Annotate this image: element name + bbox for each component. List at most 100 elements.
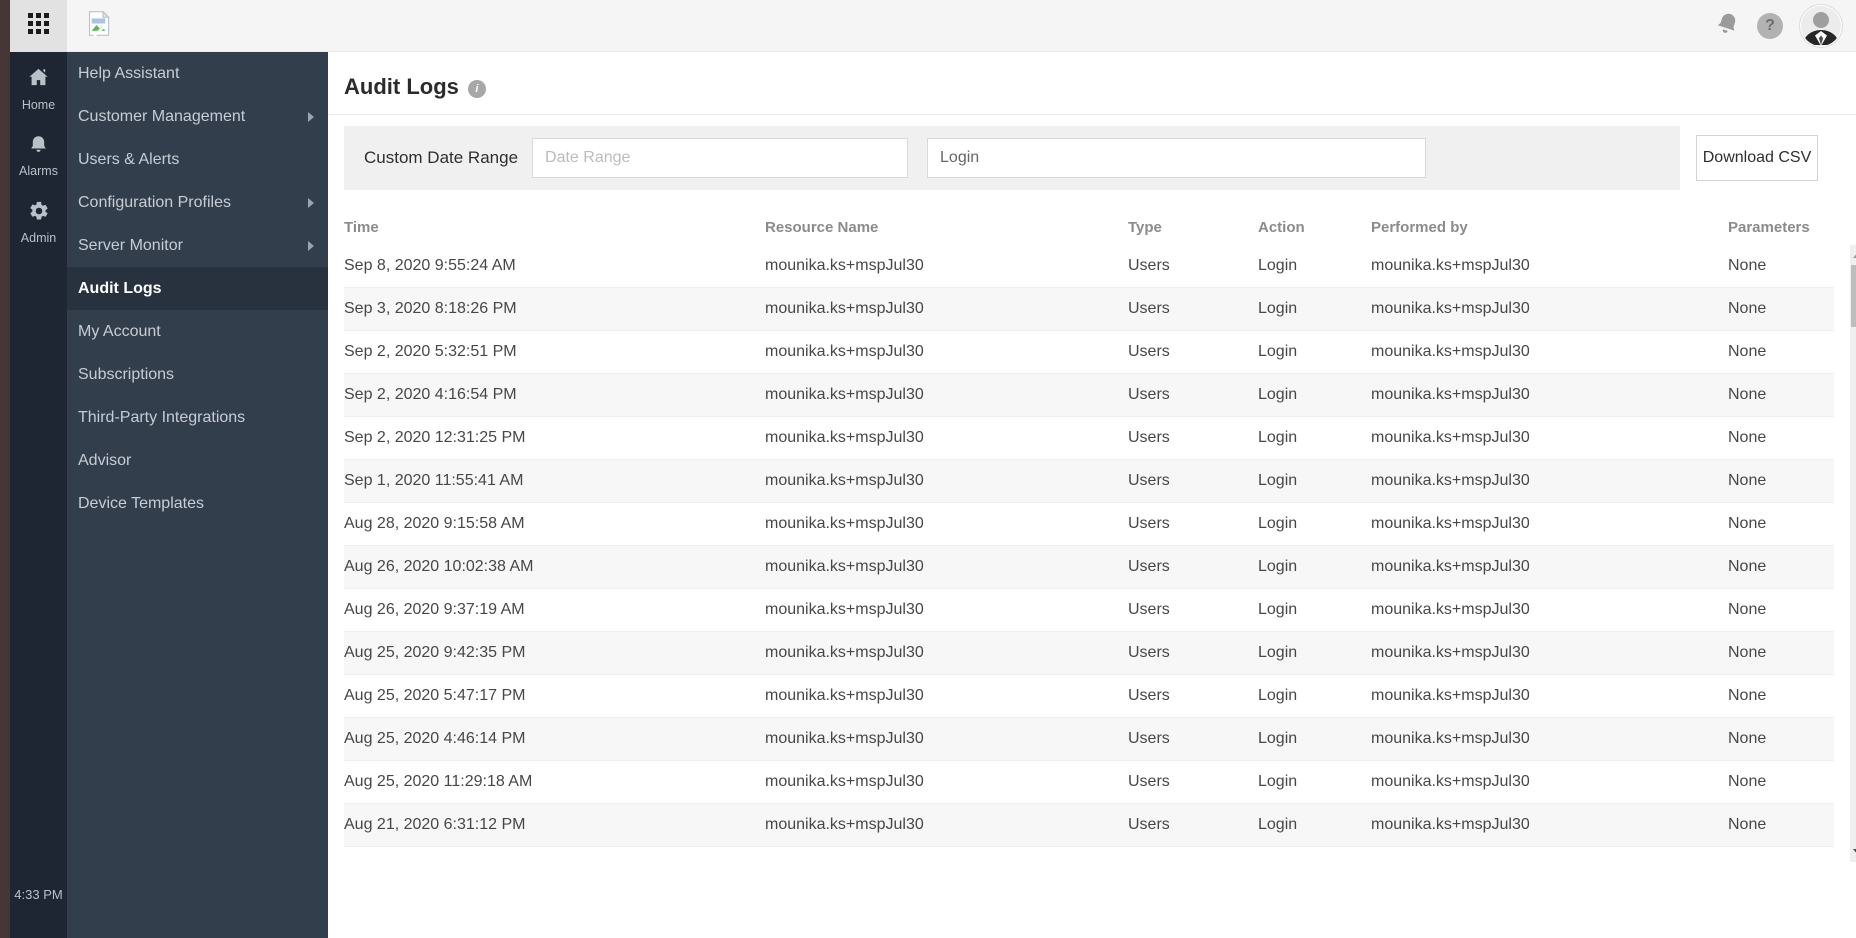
table-row[interactable]: Sep 2, 2020 4:16:54 PM mounika.ks+mspJul… <box>344 374 1834 417</box>
cell-resource-name: mounika.ks+mspJul30 <box>765 773 924 790</box>
cell-performed-by: mounika.ks+mspJul30 <box>1371 386 1530 403</box>
download-csv-button[interactable]: Download CSV <box>1696 135 1818 181</box>
cell-action: Login <box>1258 773 1298 790</box>
cell-action: Login <box>1258 601 1298 618</box>
cell-parameters: None <box>1728 816 1767 833</box>
cell-action: Login <box>1258 386 1298 403</box>
notifications-bell-icon[interactable] <box>1715 11 1740 41</box>
broken-image-icon <box>85 9 112 42</box>
cell-performed-by: mounika.ks+mspJul30 <box>1371 300 1530 317</box>
sidebar-item[interactable]: Third-Party Integrations <box>67 396 328 439</box>
window-edge-strip <box>0 0 10 938</box>
table-row[interactable]: Sep 2, 2020 12:31:25 PM mounika.ks+mspJu… <box>344 417 1834 460</box>
sidebar-item[interactable]: Device Templates <box>67 482 328 525</box>
rail-item-label: Home <box>21 98 56 112</box>
table-row[interactable]: Aug 26, 2020 10:02:38 AM mounika.ks+mspJ… <box>344 546 1834 589</box>
cell-performed-by: mounika.ks+mspJul30 <box>1371 730 1530 747</box>
sidebar-item[interactable]: Help Assistant <box>67 52 328 95</box>
brand-logo <box>85 9 112 42</box>
sidebar-item-label: Customer Management <box>78 107 246 125</box>
cell-parameters: None <box>1728 644 1767 661</box>
cell-performed-by: mounika.ks+mspJul30 <box>1371 558 1530 575</box>
cell-resource-name: mounika.ks+mspJul30 <box>765 687 924 704</box>
sidebar-item[interactable]: Advisor <box>67 439 328 482</box>
cell-resource-name: mounika.ks+mspJul30 <box>765 429 924 446</box>
table-row[interactable]: Aug 25, 2020 9:42:35 PM mounika.ks+mspJu… <box>344 632 1834 675</box>
column-header-performed-by: Performed by <box>1371 219 1468 236</box>
cell-performed-by: mounika.ks+mspJul30 <box>1371 816 1530 833</box>
sidebar-item[interactable]: Users & Alerts <box>67 138 328 181</box>
chevron-right-icon <box>308 197 314 208</box>
chevron-right-icon <box>308 111 314 122</box>
table-row[interactable]: Sep 3, 2020 8:18:26 PM mounika.ks+mspJul… <box>344 288 1834 331</box>
cell-parameters: None <box>1728 300 1767 317</box>
cell-type: Users <box>1128 773 1170 790</box>
clock-time: 4:33 PM <box>14 887 63 902</box>
sidebar-item-label: Advisor <box>78 451 132 469</box>
sidebar-item[interactable]: Customer Management <box>67 95 328 138</box>
rail-item-admin[interactable]: Admin <box>21 200 56 245</box>
table-row[interactable]: Aug 25, 2020 5:47:17 PM mounika.ks+mspJu… <box>344 675 1834 718</box>
column-header-action: Action <box>1258 219 1305 236</box>
table-row[interactable]: Aug 25, 2020 11:29:18 AM mounika.ks+mspJ… <box>344 761 1834 804</box>
cell-time: Aug 28, 2020 9:15:58 AM <box>344 515 525 532</box>
table-row[interactable]: Aug 28, 2020 9:15:58 AM mounika.ks+mspJu… <box>344 503 1834 546</box>
cell-type: Users <box>1128 515 1170 532</box>
sidebar-item[interactable]: Audit Logs <box>67 267 328 310</box>
cell-resource-name: mounika.ks+mspJul30 <box>765 472 924 489</box>
cell-type: Users <box>1128 687 1170 704</box>
cell-action: Login <box>1258 515 1298 532</box>
scroll-up-button[interactable] <box>1850 247 1856 263</box>
cell-parameters: None <box>1728 601 1767 618</box>
grid-icon <box>28 12 49 39</box>
sidebar-item[interactable]: Configuration Profiles <box>67 181 328 224</box>
cell-type: Users <box>1128 429 1170 446</box>
cell-resource-name: mounika.ks+mspJul30 <box>765 601 924 618</box>
table-row[interactable]: Aug 26, 2020 9:37:19 AM mounika.ks+mspJu… <box>344 589 1834 632</box>
table-row[interactable]: Aug 21, 2020 6:31:12 PM mounika.ks+mspJu… <box>344 804 1834 847</box>
cell-type: Users <box>1128 472 1170 489</box>
sidebar-item[interactable]: My Account <box>67 310 328 353</box>
sidebar-item-label: Configuration Profiles <box>78 193 231 211</box>
alarm-bell-icon <box>28 134 49 160</box>
cell-time: Aug 26, 2020 10:02:38 AM <box>344 558 534 575</box>
scroll-thumb[interactable] <box>1851 265 1856 327</box>
table-row[interactable]: Sep 8, 2020 9:55:24 AM mounika.ks+mspJul… <box>344 245 1834 288</box>
date-range-input[interactable] <box>532 138 909 178</box>
scroll-down-button[interactable] <box>1850 844 1856 860</box>
table-scrollbar[interactable] <box>1850 245 1856 862</box>
custom-date-range-label: Custom Date Range <box>364 148 519 167</box>
page-header: Audit Logs i <box>328 52 1856 115</box>
rail-item-label: Admin <box>20 231 57 245</box>
table-row[interactable]: Aug 25, 2020 4:46:14 PM mounika.ks+mspJu… <box>344 718 1834 761</box>
cell-action: Login <box>1258 558 1298 575</box>
cell-parameters: None <box>1728 386 1767 403</box>
cell-type: Users <box>1128 257 1170 274</box>
cell-parameters: None <box>1728 343 1767 360</box>
info-icon[interactable]: i <box>467 79 486 98</box>
user-avatar[interactable] <box>1800 4 1842 47</box>
cell-time: Sep 3, 2020 8:18:26 PM <box>344 300 517 317</box>
cell-type: Users <box>1128 601 1170 618</box>
cell-parameters: None <box>1728 257 1767 274</box>
sidebar-item-label: Help Assistant <box>78 64 180 82</box>
table-header-row: Time Resource Name Type Action Performed… <box>344 210 1834 245</box>
cell-resource-name: mounika.ks+mspJul30 <box>765 730 924 747</box>
cell-performed-by: mounika.ks+mspJul30 <box>1371 343 1530 360</box>
audit-function-input[interactable] <box>927 138 1427 178</box>
table-row[interactable]: Sep 1, 2020 11:55:41 AM mounika.ks+mspJu… <box>344 460 1834 503</box>
cell-action: Login <box>1258 300 1298 317</box>
table-row[interactable]: Sep 2, 2020 5:32:51 PM mounika.ks+mspJul… <box>344 331 1834 374</box>
help-question-icon[interactable]: ? <box>1757 12 1783 39</box>
rail-item-alarms[interactable]: Alarms <box>19 134 58 178</box>
main-content: Audit Logs i Custom Date Range Download … <box>328 52 1856 938</box>
cell-time: Aug 25, 2020 5:47:17 PM <box>344 687 526 704</box>
sidebar-item[interactable]: Server Monitor <box>67 224 328 267</box>
app-launcher-button[interactable] <box>10 0 67 52</box>
cell-performed-by: mounika.ks+mspJul30 <box>1371 687 1530 704</box>
cell-action: Login <box>1258 472 1298 489</box>
sidebar-item[interactable]: Subscriptions <box>67 353 328 396</box>
rail-item-home[interactable]: Home <box>22 66 55 112</box>
column-header-type: Type <box>1128 219 1162 236</box>
topbar-actions: ? <box>1715 4 1856 47</box>
